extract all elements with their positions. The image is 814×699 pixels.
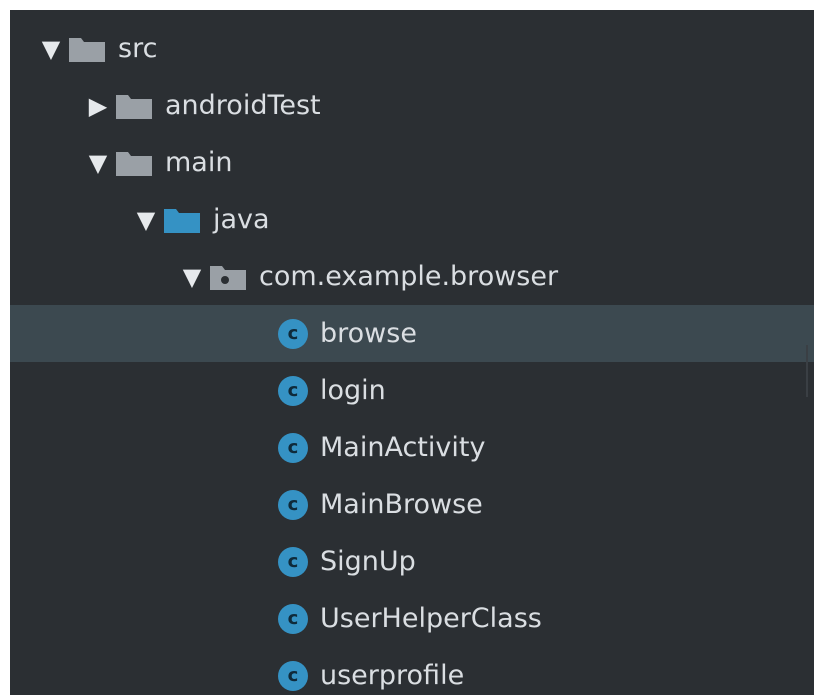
tree-node-label: login	[320, 375, 386, 406]
tree-node-label: MainBrowse	[320, 489, 483, 520]
tree-node-androidtest[interactable]: ▶ androidTest	[10, 77, 814, 134]
tree-node-package[interactable]: ▼ com.example.browser	[10, 248, 814, 305]
tree-node-label: androidTest	[165, 90, 321, 121]
tree-node-class-mainbrowse[interactable]: c MainBrowse	[10, 476, 814, 533]
expand-arrow-icon[interactable]: ▼	[129, 206, 163, 234]
expand-arrow-icon[interactable]: ▼	[34, 35, 68, 63]
tree-node-main[interactable]: ▼ main	[10, 134, 814, 191]
tree-node-label: src	[118, 33, 158, 64]
tree-node-class-userhelperclass[interactable]: c UserHelperClass	[10, 590, 814, 647]
tree-node-class-browse[interactable]: c browse	[10, 305, 814, 362]
tree-node-class-userprofile[interactable]: c userprofile	[10, 647, 814, 695]
tree-node-label: MainActivity	[320, 432, 486, 463]
source-folder-icon	[163, 206, 201, 234]
tree-node-label: java	[213, 204, 270, 235]
class-icon: c	[278, 432, 308, 463]
tree-node-label: com.example.browser	[259, 261, 559, 292]
tree-node-label: main	[165, 147, 233, 178]
class-icon: c	[278, 489, 308, 520]
project-tree: ▼ src ▶ androidTest ▼ main ▼ java ▼ com.…	[10, 20, 814, 695]
folder-icon	[68, 35, 106, 63]
class-icon: c	[278, 546, 308, 577]
tree-node-class-mainactivity[interactable]: c MainActivity	[10, 419, 814, 476]
collapse-arrow-icon[interactable]: ▶	[81, 92, 115, 120]
tree-node-class-signup[interactable]: c SignUp	[10, 533, 814, 590]
class-icon: c	[278, 603, 308, 634]
class-icon: c	[278, 375, 308, 406]
package-icon	[209, 263, 247, 291]
class-icon: c	[278, 660, 308, 691]
tree-node-label: SignUp	[320, 546, 416, 577]
tree-node-label: browse	[320, 318, 417, 349]
expand-arrow-icon[interactable]: ▼	[175, 263, 209, 291]
tree-node-label: userprofile	[320, 660, 465, 691]
folder-icon	[115, 149, 153, 177]
tree-node-label: UserHelperClass	[320, 603, 542, 634]
tree-node-src[interactable]: ▼ src	[10, 20, 814, 77]
scrollbar-track[interactable]	[806, 345, 808, 397]
tree-node-java[interactable]: ▼ java	[10, 191, 814, 248]
expand-arrow-icon[interactable]: ▼	[81, 149, 115, 177]
tree-node-class-login[interactable]: c login	[10, 362, 814, 419]
folder-icon	[115, 92, 153, 120]
project-tree-panel: ▼ src ▶ androidTest ▼ main ▼ java ▼ com.…	[10, 10, 814, 695]
class-icon: c	[278, 318, 308, 349]
